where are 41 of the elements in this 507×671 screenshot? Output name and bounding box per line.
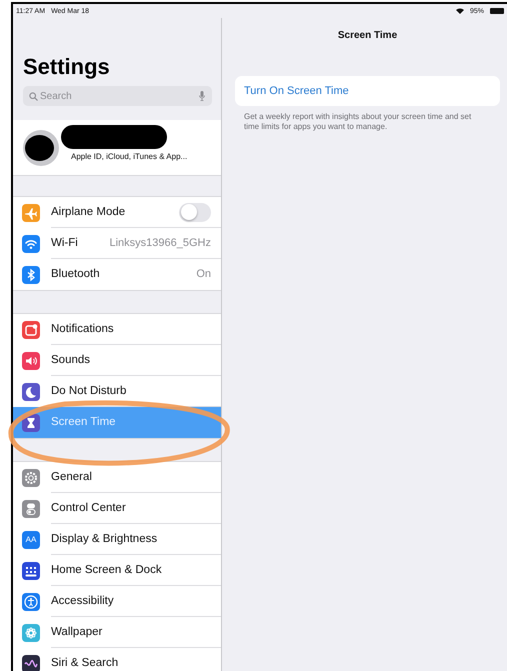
row-label: Notifications	[51, 323, 115, 335]
row-label: Control Center	[51, 502, 127, 514]
settings-row[interactable]: Notifications	[13, 314, 221, 345]
toggle-switch[interactable]	[179, 202, 211, 222]
wifi-icon	[456, 8, 464, 14]
row-label: Bluetooth	[51, 268, 101, 280]
settings-row[interactable]: Accessibility	[13, 586, 221, 617]
microphone-icon[interactable]	[199, 91, 205, 101]
row-label: Wi-Fi	[51, 237, 79, 249]
settings-row[interactable]: Siri & Search	[13, 648, 221, 671]
row-label: Display & Brightness	[51, 533, 158, 545]
settings-row[interactable]: Airplane Mode	[13, 197, 221, 228]
row-label: Do Not Disturb	[51, 385, 128, 397]
row-label: Accessibility	[51, 595, 115, 607]
settings-row[interactable]: Do Not Disturb	[13, 376, 221, 407]
detail-title: Screen Time	[336, 29, 398, 43]
row-label: General	[51, 471, 93, 483]
row-label: Screen Time	[51, 416, 117, 428]
settings-row[interactable]: Sounds	[13, 345, 221, 376]
text-size-icon: AA	[22, 530, 40, 548]
row-label: Siri & Search	[51, 657, 120, 669]
row-label: Sounds	[51, 354, 92, 366]
settings-row[interactable]: Wallpaper	[13, 617, 221, 648]
row-value: On	[196, 268, 211, 280]
settings-row[interactable]: Home Screen & Dock	[13, 555, 221, 586]
battery-icon	[490, 8, 504, 14]
sidebar-title: Settings	[23, 54, 111, 80]
settings-row[interactable]: Wi-Fi Linksys13966_5GHz	[13, 228, 221, 259]
settings-row[interactable]: Control Center	[13, 493, 221, 524]
row-label: Wallpaper	[51, 626, 104, 638]
turn-on-button[interactable]: Turn On Screen Time	[235, 76, 500, 106]
settings-row[interactable]: General	[13, 462, 221, 493]
search-field[interactable]: Search	[23, 86, 212, 106]
row-value: Linksys13966_5GHz	[109, 237, 211, 249]
settings-row[interactable]: Bluetooth On	[13, 259, 221, 290]
footer-text: Get a weekly report with insights about your screen time and set time limits for apps you want to manage.	[244, 112, 472, 132]
row-label: Home Screen & Dock	[51, 564, 163, 576]
avatar-circle[interactable]	[23, 130, 59, 166]
row-label: Airplane Mode	[51, 206, 126, 218]
settings-row[interactable]: AA Display & Brightness	[13, 524, 221, 555]
account-subtitle[interactable]: Apple ID, iCloud, iTunes & App...	[71, 152, 188, 161]
